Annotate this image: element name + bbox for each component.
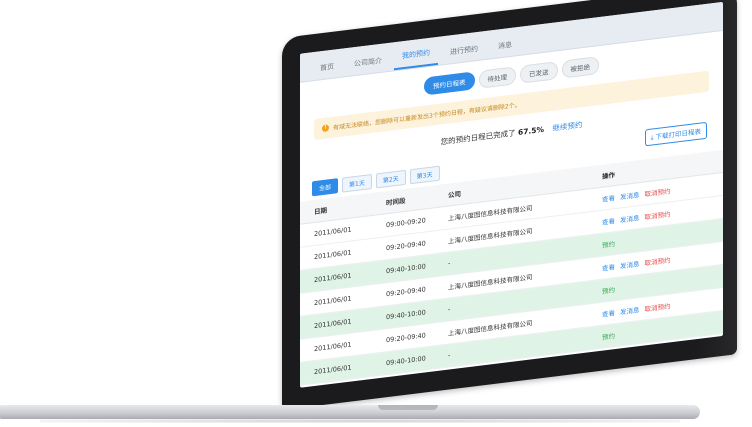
subtab-pending[interactable]: 待处理 (478, 66, 516, 89)
cancel-appointment-button[interactable]: 取消预约 (645, 256, 671, 267)
day-filter-1[interactable]: 第1天 (342, 173, 372, 193)
day-filter-3[interactable]: 第3天 (409, 165, 440, 185)
view-button[interactable]: 查看 (602, 309, 615, 319)
view-button[interactable]: 查看 (602, 217, 615, 227)
subtab-schedule[interactable]: 预约日程表 (424, 71, 475, 96)
booked-label: 预约 (602, 286, 615, 296)
continue-booking-link[interactable]: 继续预约 (552, 120, 582, 133)
laptop-screen: 首页 公司简介 我的预约 进行预约 消息 预约日程表 待处理 已发送 被拒绝 !… (300, 1, 723, 388)
tab-make-appointment[interactable]: 进行预约 (442, 37, 486, 64)
view-button[interactable]: 查看 (602, 194, 615, 204)
tab-company-intro[interactable]: 公司简介 (346, 49, 390, 76)
cancel-appointment-button[interactable]: 取消预约 (645, 348, 671, 359)
laptop-notch (378, 405, 438, 410)
download-label: 下载打印日程表 (655, 127, 702, 142)
tab-home[interactable]: 首页 (312, 55, 342, 81)
cancel-appointment-button[interactable]: 取消预约 (645, 187, 671, 198)
booked-label: 预约 (602, 332, 615, 342)
laptop-shadow (40, 419, 680, 423)
progress-prefix: 您的预约日程已完成了 (440, 128, 516, 147)
cancel-appointment-button[interactable]: 取消预约 (645, 302, 671, 313)
send-message-button[interactable]: 发消息 (620, 191, 640, 201)
progress-percent: 67.5% (517, 124, 545, 138)
notice-text: 有域无法联络，您删除可以重新发出3个预约日程，有疑议请删除2个。 (333, 101, 521, 132)
booked-label: 预约 (602, 240, 615, 250)
tab-messages[interactable]: 消息 (490, 33, 520, 59)
subtab-sent[interactable]: 已发送 (520, 61, 558, 84)
tab-my-appointments[interactable]: 我的预约 (394, 40, 438, 71)
send-message-button[interactable]: 发消息 (620, 260, 640, 270)
subtab-rejected[interactable]: 被拒绝 (561, 56, 599, 79)
view-button[interactable]: 查看 (602, 355, 615, 365)
send-message-button[interactable]: 发消息 (620, 306, 640, 316)
laptop-base (0, 405, 700, 419)
day-filter-all[interactable]: 全部 (312, 178, 339, 197)
view-button[interactable]: 查看 (602, 263, 615, 273)
laptop-lid: 首页 公司简介 我的预约 进行预约 消息 预约日程表 待处理 已发送 被拒绝 !… (282, 0, 737, 410)
send-message-button[interactable]: 发消息 (620, 352, 640, 362)
send-message-button[interactable]: 发消息 (620, 214, 640, 224)
warning-icon: ! (322, 124, 329, 133)
download-icon: ⤓ (650, 133, 654, 142)
day-filter-2[interactable]: 第2天 (375, 169, 406, 189)
cancel-appointment-button[interactable]: 取消预约 (645, 210, 671, 221)
